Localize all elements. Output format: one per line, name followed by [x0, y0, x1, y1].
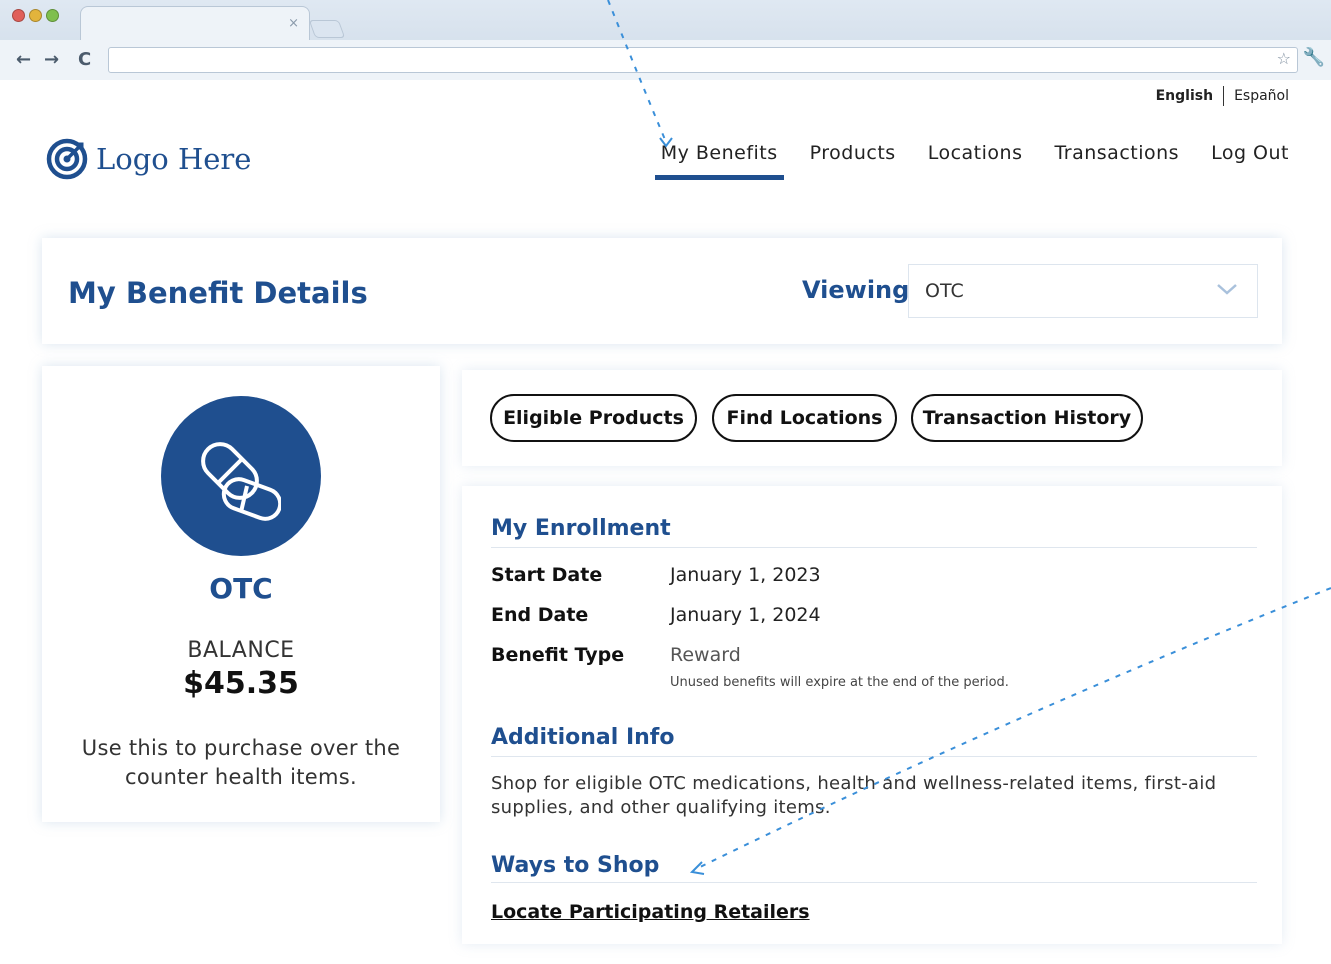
benefit-type-value: Reward: [670, 644, 741, 666]
benefit-details-card: My Enrollment Start Date January 1, 2023…: [462, 486, 1282, 944]
benefit-icon-circle: [161, 396, 321, 556]
browser-chrome: × ← → C ☆ 🔧: [0, 0, 1331, 80]
benefit-type-note: Unused benefits will expire at the end o…: [670, 675, 1009, 690]
address-bar[interactable]: ☆: [108, 47, 1298, 73]
balance-value: $45.35: [183, 666, 299, 701]
benefit-description: Use this to purchase over the counter he…: [81, 736, 401, 789]
start-date-label: Start Date: [491, 564, 603, 586]
ways-to-shop-title: Ways to Shop: [491, 853, 660, 878]
language-english-link[interactable]: English: [1156, 88, 1213, 104]
locate-retailers-link[interactable]: Locate Participating Retailers: [491, 901, 810, 923]
new-tab-button[interactable]: [308, 20, 346, 38]
chevron-down-icon: [1217, 284, 1237, 295]
zoom-window-button[interactable]: [46, 9, 59, 22]
ways-to-shop-divider: [491, 882, 1257, 883]
benefit-select[interactable]: OTC: [908, 264, 1258, 318]
benefit-header-card: My Benefit Details Viewing OTC: [42, 238, 1282, 344]
nav-my-benefits[interactable]: My Benefits: [654, 142, 784, 180]
forward-arrow-icon[interactable]: →: [44, 49, 59, 70]
language-switcher: English Español: [1156, 86, 1289, 106]
nav-transactions[interactable]: Transactions: [1054, 142, 1179, 176]
bookmark-star-icon[interactable]: ☆: [1277, 49, 1291, 68]
benefit-name: OTC: [209, 572, 273, 605]
benefit-summary-card: OTC BALANCE $45.35 Use this to purchase …: [42, 366, 440, 822]
page-title: My Benefit Details: [68, 276, 368, 310]
nav-products[interactable]: Products: [810, 142, 896, 176]
transaction-history-button[interactable]: Transaction History: [911, 394, 1143, 442]
browser-tab[interactable]: ×: [80, 6, 310, 40]
language-separator: [1223, 86, 1225, 106]
find-locations-button[interactable]: Find Locations: [712, 394, 897, 442]
back-arrow-icon[interactable]: ←: [16, 49, 31, 70]
target-logo-icon: [46, 138, 88, 180]
additional-info-divider: [491, 756, 1257, 757]
eligible-products-button[interactable]: Eligible Products: [490, 394, 697, 442]
start-date-value: January 1, 2023: [670, 564, 821, 586]
end-date-label: End Date: [491, 604, 589, 626]
enrollment-divider: [491, 547, 1257, 548]
nav-locations[interactable]: Locations: [928, 142, 1023, 176]
logo-text: Logo Here: [96, 142, 252, 176]
wrench-icon[interactable]: 🔧: [1303, 47, 1325, 68]
benefit-type-label: Benefit Type: [491, 644, 625, 666]
viewing-label: Viewing: [802, 276, 910, 304]
minimize-window-button[interactable]: [29, 9, 42, 22]
nav-log-out[interactable]: Log Out: [1211, 142, 1289, 176]
end-date-value: January 1, 2024: [670, 604, 821, 626]
window-controls: [12, 9, 59, 22]
benefit-select-value: OTC: [925, 280, 964, 302]
additional-info-text: Shop for eligible OTC medications, healt…: [491, 773, 1217, 818]
tab-close-icon[interactable]: ×: [288, 16, 299, 31]
site-logo[interactable]: Logo Here: [46, 138, 251, 180]
browser-toolbar: ← → C ☆ 🔧: [0, 40, 1331, 80]
pills-icon: [201, 442, 281, 521]
action-buttons-card: Eligible Products Find Locations Transac…: [462, 370, 1282, 466]
language-espanol-link[interactable]: Español: [1234, 88, 1289, 104]
balance-label: BALANCE: [187, 638, 295, 663]
reload-icon[interactable]: C: [78, 49, 91, 70]
enrollment-title: My Enrollment: [491, 516, 671, 541]
main-nav: My Benefits Products Locations Transacti…: [654, 142, 1289, 180]
close-window-button[interactable]: [12, 9, 25, 22]
additional-info-title: Additional Info: [491, 725, 675, 750]
